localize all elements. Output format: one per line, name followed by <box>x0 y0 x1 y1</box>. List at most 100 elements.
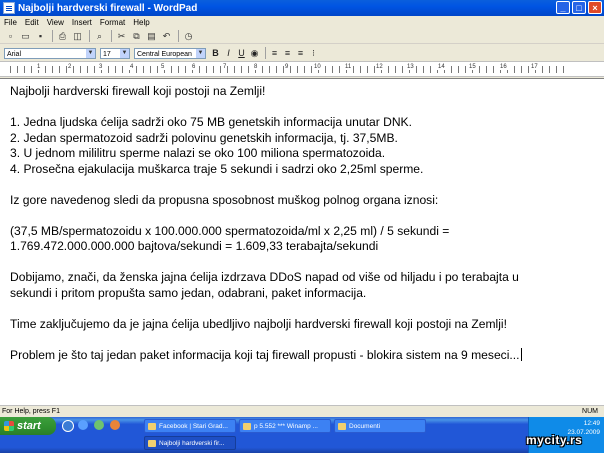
bullets-icon[interactable]: ⁝ <box>308 48 319 59</box>
document-line: Najbolji hardverski firewall koji postoj… <box>10 84 266 98</box>
ruler-number: 9 <box>284 64 290 70</box>
find-icon[interactable]: ⌕ <box>93 30 106 42</box>
menu-edit[interactable]: Edit <box>21 18 43 27</box>
taskbar: start Facebook | Stari Grad... p 5.552 *… <box>0 417 604 453</box>
watermark-logo: mycity.rs <box>526 433 583 447</box>
ruler-number: 15 <box>468 64 477 70</box>
firefox-icon[interactable] <box>110 420 120 430</box>
chevron-down-icon[interactable]: ▼ <box>196 48 205 58</box>
ruler-number: 12 <box>375 64 384 70</box>
format-bar: Arial ▼ 17 ▼ Central European ▼ B I U ◉ … <box>0 45 604 61</box>
internet-explorer-icon[interactable] <box>78 420 88 430</box>
document-line: 1. Jedna ljudska ćelija sadrži oko 75 MB… <box>10 115 412 129</box>
taskbar-item-label: Najbolji hardverski fir... <box>159 440 225 447</box>
align-right-icon[interactable]: ≡ <box>295 48 306 58</box>
document-line: sekundi i pritom propušta samo jedan, od… <box>10 285 367 300</box>
ruler-number: 5 <box>160 64 166 70</box>
menu-bar: File Edit View Insert Format Help <box>0 16 604 28</box>
title-bar: Najbolji hardverski firewall - WordPad _… <box>0 0 604 16</box>
ruler-number: 1 <box>36 64 42 70</box>
media-player-icon[interactable] <box>94 420 104 430</box>
wordpad-app-icon[interactable] <box>3 2 15 14</box>
copy-icon[interactable]: ⧉ <box>130 30 143 42</box>
wordpad-icon <box>148 440 156 447</box>
text-caret <box>520 347 522 361</box>
font-select[interactable]: Arial ▼ <box>4 47 96 59</box>
align-left-icon[interactable]: ≡ <box>269 48 280 58</box>
taskbar-item-label: Facebook | Stari Grad... <box>159 423 228 430</box>
toolbar-separator <box>89 29 90 42</box>
chevron-down-icon[interactable]: ▼ <box>86 48 95 58</box>
clock[interactable]: 12:49 <box>584 420 600 427</box>
menu-view[interactable]: View <box>43 18 68 27</box>
font-color-icon[interactable]: ◉ <box>249 48 260 59</box>
document-line: Time zaključujemo da je jajna ćelija ube… <box>10 316 507 331</box>
show-desktop-icon[interactable] <box>62 420 74 432</box>
window-title: Najbolji hardverski firewall - WordPad <box>18 2 198 14</box>
minimize-button[interactable]: _ <box>556 1 570 14</box>
save-icon[interactable]: ▪ <box>34 30 47 42</box>
undo-icon[interactable]: ↶ <box>160 30 173 42</box>
document-line: Problem je što taj jedan paket informaci… <box>10 347 520 362</box>
document-last-line: Problem je što taj jedan paket informaci… <box>10 347 590 364</box>
print-preview-icon[interactable]: ◫ <box>71 30 84 42</box>
chevron-down-icon[interactable]: ▼ <box>120 48 129 58</box>
script-select-value: Central European <box>137 50 192 58</box>
align-center-icon[interactable]: ≡ <box>282 48 293 58</box>
taskbar-item[interactable]: p 5.552 *** Winamp ... <box>239 419 331 433</box>
status-bar: For Help, press F1 NUM <box>0 405 604 417</box>
bold-button[interactable]: B <box>210 48 221 58</box>
script-select[interactable]: Central European ▼ <box>134 47 206 59</box>
document-line: 3. U jednom mililitru sperme nalazi se o… <box>10 146 386 160</box>
toolbar-separator <box>178 29 179 42</box>
taskbar-item-active[interactable]: Najbolji hardverski fir... <box>144 436 236 450</box>
underline-button[interactable]: U <box>236 48 247 58</box>
document-area[interactable]: Najbolji hardverski firewall koji postoj… <box>0 78 604 405</box>
menu-file[interactable]: File <box>0 18 21 27</box>
menu-format[interactable]: Format <box>96 18 129 27</box>
ruler-number: 17 <box>530 64 539 70</box>
ruler-number: 13 <box>406 64 415 70</box>
new-document-icon[interactable]: ▫ <box>4 30 17 42</box>
winamp-icon <box>243 423 251 430</box>
ruler-number: 7 <box>222 64 228 70</box>
cut-icon[interactable]: ✂ <box>115 30 128 42</box>
print-icon[interactable]: ⎙ <box>56 30 69 42</box>
document-line: Iz gore navedenog sledi da propusna spos… <box>10 192 439 207</box>
font-size-select[interactable]: 17 ▼ <box>100 47 130 59</box>
start-label: start <box>17 420 41 432</box>
status-help-text: For Help, press F1 <box>2 408 60 415</box>
date-time-icon[interactable]: ◷ <box>182 30 195 42</box>
standard-toolbar: ▫ ▭ ▪ ⎙ ◫ ⌕ ✂ ⧉ ▤ ↶ ◷ <box>0 28 604 44</box>
ruler-numbers: 1 2 3 4 5 6 7 8 9 10 11 12 13 14 15 16 1… <box>10 64 570 74</box>
num-lock-indicator: NUM <box>582 408 598 415</box>
ruler-number: 8 <box>253 64 259 70</box>
menu-insert[interactable]: Insert <box>68 18 96 27</box>
document-text[interactable]: Najbolji hardverski firewall koji postoj… <box>10 84 590 363</box>
folder-icon <box>338 423 346 430</box>
maximize-button[interactable]: □ <box>572 1 586 14</box>
close-button[interactable]: × <box>588 1 602 14</box>
menu-help[interactable]: Help <box>129 18 153 27</box>
ruler-number: 11 <box>344 64 353 70</box>
document-line: 1.769.472.000.000.000 bajtova/sekundi = … <box>10 239 379 253</box>
italic-button[interactable]: I <box>223 48 234 58</box>
taskbar-item-label: Documenti <box>349 423 381 430</box>
taskbar-item[interactable]: Documenti <box>334 419 426 433</box>
document-line: 2. Jedan spermatozoid sadrži polovinu ge… <box>10 130 398 145</box>
document-line: (37,5 MB/spermatozoidu x 100.000.000 spe… <box>10 223 450 238</box>
font-select-value: Arial <box>7 50 22 58</box>
ruler-number: 14 <box>437 64 446 70</box>
ruler-number: 6 <box>191 64 197 70</box>
start-button[interactable]: start <box>0 417 56 435</box>
ruler[interactable]: 1 2 3 4 5 6 7 8 9 10 11 12 13 14 15 16 1… <box>0 61 604 77</box>
paste-icon[interactable]: ▤ <box>145 30 158 42</box>
toolbar-separator <box>52 29 53 42</box>
open-folder-icon[interactable]: ▭ <box>19 30 32 42</box>
taskbar-item[interactable]: Facebook | Stari Grad... <box>144 419 236 433</box>
